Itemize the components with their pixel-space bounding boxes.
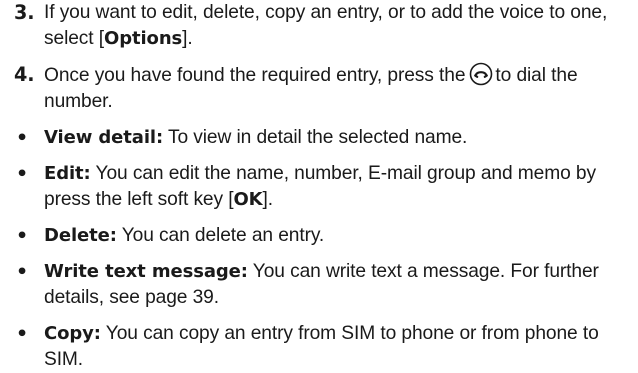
bullet-marker: • <box>16 323 29 345</box>
bullet-write-text-message: • Write text message: You can write text… <box>8 259 634 311</box>
bullet-text: To view in detail the selected name. <box>167 127 468 148</box>
bullet-text: You can copy an entry from SIM to phone … <box>44 323 599 370</box>
step-text: Once you have found the required entry, … <box>44 65 466 86</box>
bullet-delete: • Delete: You can delete an entry. <box>8 223 634 249</box>
bullet-term: Write text message: <box>44 261 248 282</box>
bullet-text-end: ]. <box>262 189 274 210</box>
bullet-term: Copy: <box>44 323 101 344</box>
bullet-copy: • Copy: You can copy an entry from SIM t… <box>8 321 634 373</box>
bullet-marker: • <box>16 127 29 149</box>
step-text-end: ]. <box>182 28 193 49</box>
ok-label: OK <box>233 189 263 210</box>
step-number: 3. <box>14 1 35 24</box>
bullet-text: You can edit the name, number, E-mail gr… <box>44 163 596 210</box>
bullet-term: View detail: <box>44 127 164 148</box>
step-number: 4. <box>14 63 35 86</box>
bullet-marker: • <box>16 261 29 283</box>
bullet-marker: • <box>16 163 29 185</box>
bullet-text: You can delete an entry. <box>121 225 325 246</box>
step-4: 4. Once you have found the required entr… <box>8 62 634 115</box>
options-label: Options <box>104 28 183 49</box>
manual-page: 3. If you want to edit, delete, copy an … <box>8 0 634 373</box>
bullet-marker: • <box>16 225 29 247</box>
step-3: 3. If you want to edit, delete, copy an … <box>8 0 634 52</box>
bullet-view-detail: • View detail: To view in detail the sel… <box>8 125 634 151</box>
bullet-term: Delete: <box>44 225 117 246</box>
bullet-edit: • Edit: You can edit the name, number, E… <box>8 161 634 213</box>
send-call-icon <box>470 62 493 86</box>
bullet-term: Edit: <box>44 163 91 184</box>
